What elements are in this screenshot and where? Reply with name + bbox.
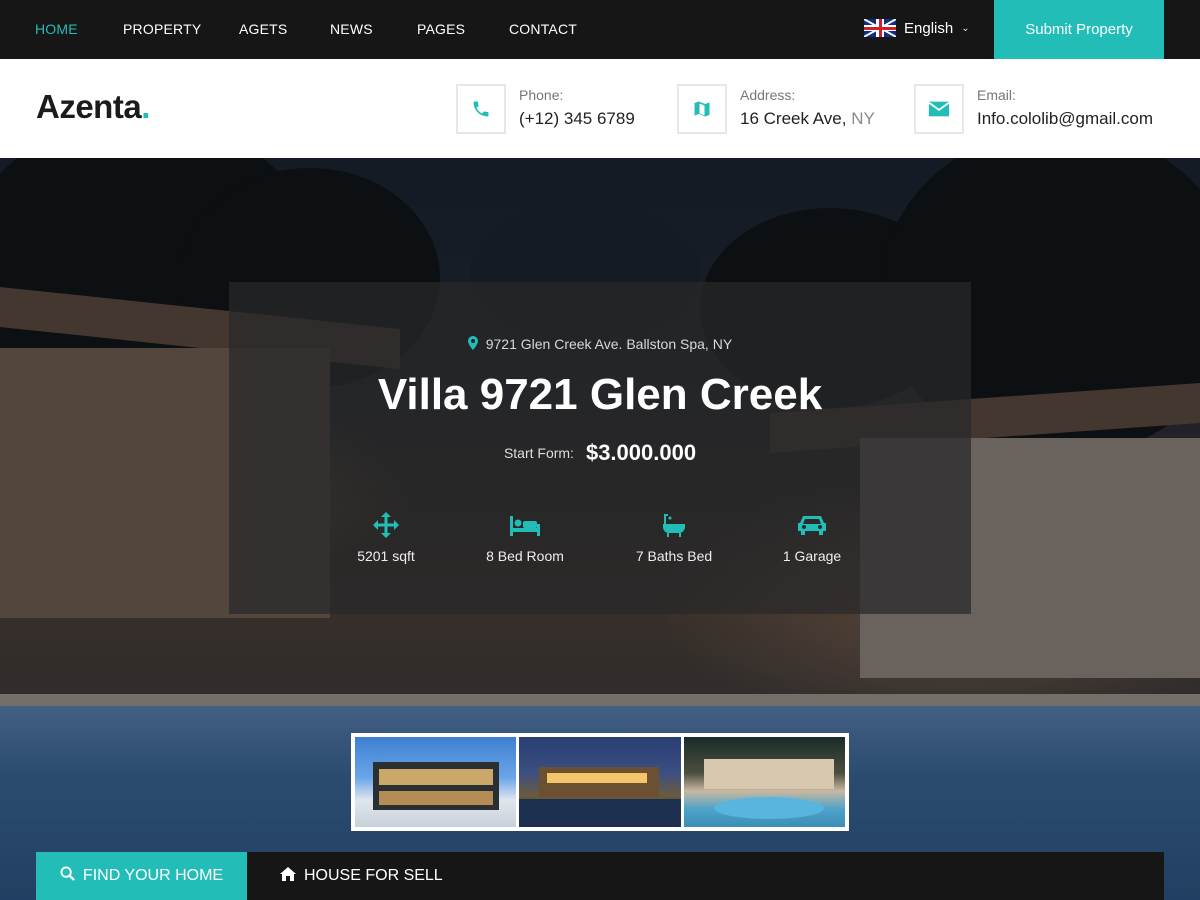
contact-address: Address: 16 Creek Ave, NY: [677, 84, 875, 134]
email-label: Email:: [977, 87, 1016, 103]
address-state: NY: [851, 109, 875, 128]
tab-find-your-home[interactable]: FIND YOUR HOME: [36, 852, 247, 900]
tab-house-for-sell[interactable]: HOUSE FOR SELL: [280, 852, 443, 900]
submit-property-button[interactable]: Submit Property: [994, 0, 1164, 59]
nav-property[interactable]: PROPERTY: [123, 21, 201, 37]
feature-garage-label: 1 Garage: [782, 548, 842, 564]
feature-baths-label: 7 Baths Bed: [635, 548, 713, 564]
language-label: English: [904, 19, 954, 37]
bathtub-icon: [614, 512, 734, 538]
map-pin-icon: [467, 336, 482, 352]
listing-address-text: 9721 Glen Creek Ave. Ballston Spa, NY: [485, 336, 733, 352]
contact-phone: Phone: (+12) 345 6789: [456, 84, 635, 134]
logo-dot: .: [141, 88, 150, 125]
uk-flag-icon: [864, 19, 896, 37]
nav-news[interactable]: NEWS: [330, 21, 373, 37]
thumbnail-strip: [351, 733, 849, 831]
tab-find-label: FIND YOUR HOME: [82, 867, 224, 884]
feature-garage: 1 Garage: [752, 512, 872, 564]
home-icon: [280, 866, 296, 886]
nav-home[interactable]: HOME: [35, 21, 78, 37]
listing-title: Villa 9721 Glen Creek: [377, 370, 823, 419]
logo-text: Azenta: [36, 88, 142, 125]
tab-sell-label: HOUSE FOR SELL: [304, 867, 443, 884]
logo[interactable]: Azenta.: [36, 88, 150, 126]
listing-price: Start Form: $3.000.000: [0, 440, 1200, 466]
email-value[interactable]: Info.cololib@gmail.com: [977, 109, 1153, 129]
car-icon: [752, 512, 872, 538]
thumbnail-modern-house[interactable]: [355, 737, 517, 827]
feature-area-label: 5201 sqft: [357, 548, 415, 564]
phone-icon: [456, 84, 506, 134]
nav-agets[interactable]: AGETS: [239, 21, 287, 37]
feature-area: 5201 sqft: [326, 512, 446, 564]
address-value: 16 Creek Ave,: [740, 109, 847, 128]
top-navbar: HOME PROPERTY AGETS NEWS PAGES CONTACT E…: [0, 0, 1200, 59]
price-value: $3.000.000: [585, 440, 697, 465]
search-tabs: FIND YOUR HOME HOUSE FOR SELL: [36, 852, 1164, 900]
bed-icon: [465, 512, 585, 538]
phone-value[interactable]: (+12) 345 6789: [519, 109, 635, 129]
chevron-down-icon: ⌄: [961, 22, 970, 34]
envelope-icon: [914, 84, 964, 134]
feature-bedrooms-label: 8 Bed Room: [486, 548, 564, 564]
feature-baths: 7 Baths Bed: [614, 512, 734, 564]
nav-contact[interactable]: CONTACT: [509, 21, 577, 37]
map-icon: [677, 84, 727, 134]
phone-label: Phone:: [519, 87, 564, 103]
language-selector[interactable]: English ⌄: [864, 19, 970, 37]
feature-bedrooms: 8 Bed Room: [465, 512, 585, 564]
listing-address: 9721 Glen Creek Ave. Ballston Spa, NY: [0, 336, 1200, 352]
thumbnail-pool-villa[interactable]: [683, 737, 845, 827]
contact-email: Email: Info.cololib@gmail.com: [914, 84, 1153, 134]
arrows-icon: [326, 512, 446, 538]
address-label: Address:: [740, 87, 796, 103]
thumbnail-evening-house[interactable]: [519, 737, 681, 827]
nav-pages[interactable]: PAGES: [417, 21, 465, 37]
search-icon: [60, 866, 75, 886]
price-label: Start Form:: [503, 445, 574, 461]
